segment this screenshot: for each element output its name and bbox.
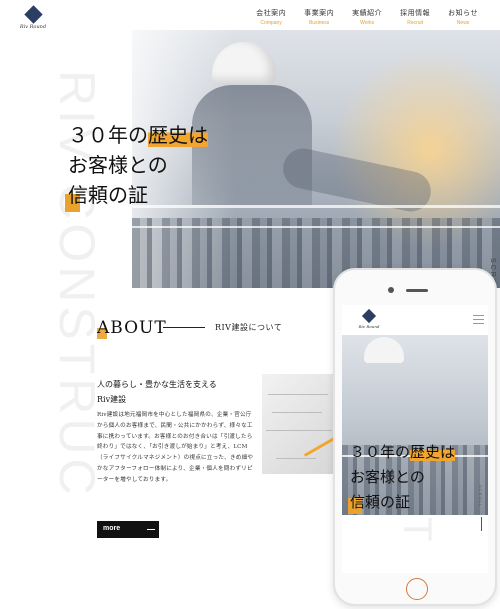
nav-label-jp: 実績紹介 — [352, 9, 383, 17]
phone-logo-text: Riv Round — [358, 324, 380, 329]
nav-label-en: Recruit — [407, 20, 424, 26]
hero-title: ３０年の歴史は お客様との 信頼の証 — [68, 120, 208, 210]
hard-hat-icon — [212, 42, 276, 84]
hero-title-line1: ３０年の — [68, 123, 148, 147]
blueprint-line — [268, 394, 328, 395]
more-button-label: more — [103, 525, 121, 532]
phone-hero-title: ３０年の歴史は お客様との 信頼の証 — [350, 440, 456, 515]
phone-speaker — [406, 289, 428, 292]
site-logo[interactable]: Riv Round — [18, 5, 48, 30]
phone-site-logo[interactable]: Riv Round — [354, 308, 384, 329]
about-body-text: Riv建設は地元福岡市を中心とした福岡県の、企業・官公庁から個人のお客様まで、民… — [97, 412, 254, 483]
hero-worker-silhouette — [192, 85, 312, 205]
main-nav: 会社案内 Company 事業案内 Business 実績紹介 Works 採用… — [256, 8, 478, 26]
phone-faded-text: T — [395, 517, 439, 542]
about-heading-line2: Riv建設 — [97, 395, 127, 404]
about-heading: 人の暮らし・豊かな生活を支える Riv建設 — [97, 377, 217, 407]
phone-title-highlight: 歴史は — [410, 443, 456, 461]
nav-label-jp: 会社案内 — [256, 9, 287, 17]
about-divider — [163, 327, 205, 328]
phone-screen: Riv Round T ３０年の歴史は お客様との 信頼の証 SCROLL — [342, 305, 488, 573]
hero-title-highlight: 歴史は — [148, 123, 208, 147]
phone-title-line3: 信頼の証 — [350, 493, 411, 511]
nav-label-jp: 採用情報 — [400, 9, 431, 17]
nav-item-business[interactable]: 事業案内 Business — [304, 8, 334, 26]
nav-item-company[interactable]: 会社案内 Company — [256, 8, 286, 26]
blueprint-line — [276, 458, 316, 459]
nav-label-jp: お知らせ — [448, 9, 478, 17]
hard-hat-icon — [364, 337, 404, 363]
hero-title-line3: 信頼の証 — [68, 183, 148, 207]
nav-label-en: Works — [360, 20, 375, 26]
hero-title-line2: お客様との — [68, 153, 168, 177]
more-button[interactable]: more — [97, 521, 159, 538]
phone-title-line2: お客様との — [350, 468, 425, 486]
nav-label-en: News — [456, 20, 470, 26]
nav-item-recruit[interactable]: 採用情報 Recruit — [400, 8, 430, 26]
logo-mark-icon — [23, 5, 43, 24]
about-title: ABOUT — [97, 318, 167, 338]
hamburger-menu-icon[interactable] — [473, 315, 484, 327]
phone-scroll-line — [481, 517, 482, 531]
phone-scroll-indicator[interactable]: SCROLL — [478, 485, 483, 507]
arrow-line-icon — [147, 529, 155, 530]
nav-label-jp: 事業案内 — [304, 9, 335, 17]
nav-item-works[interactable]: 実績紹介 Works — [352, 8, 382, 26]
phone-mockup: Riv Round T ３０年の歴史は お客様との 信頼の証 SCROLL — [333, 268, 497, 606]
blueprint-line — [266, 430, 332, 431]
blueprint-photo — [262, 374, 340, 474]
blueprint-line — [272, 412, 322, 413]
about-heading-line1: 人の暮らし・豊かな生活を支える — [97, 380, 217, 389]
nav-label-en: Company — [260, 20, 282, 26]
nav-item-news[interactable]: お知らせ News — [448, 8, 478, 26]
logo-mark-icon — [361, 308, 377, 324]
hero-light-streak — [132, 226, 500, 228]
phone-home-button[interactable] — [406, 578, 428, 600]
phone-title-line1: ３０年の — [350, 443, 411, 461]
nav-label-en: Business — [308, 20, 330, 26]
about-subtitle: RIV建設について — [215, 323, 283, 332]
phone-camera-icon — [388, 287, 394, 293]
logo-text: Riv Round — [19, 24, 47, 30]
